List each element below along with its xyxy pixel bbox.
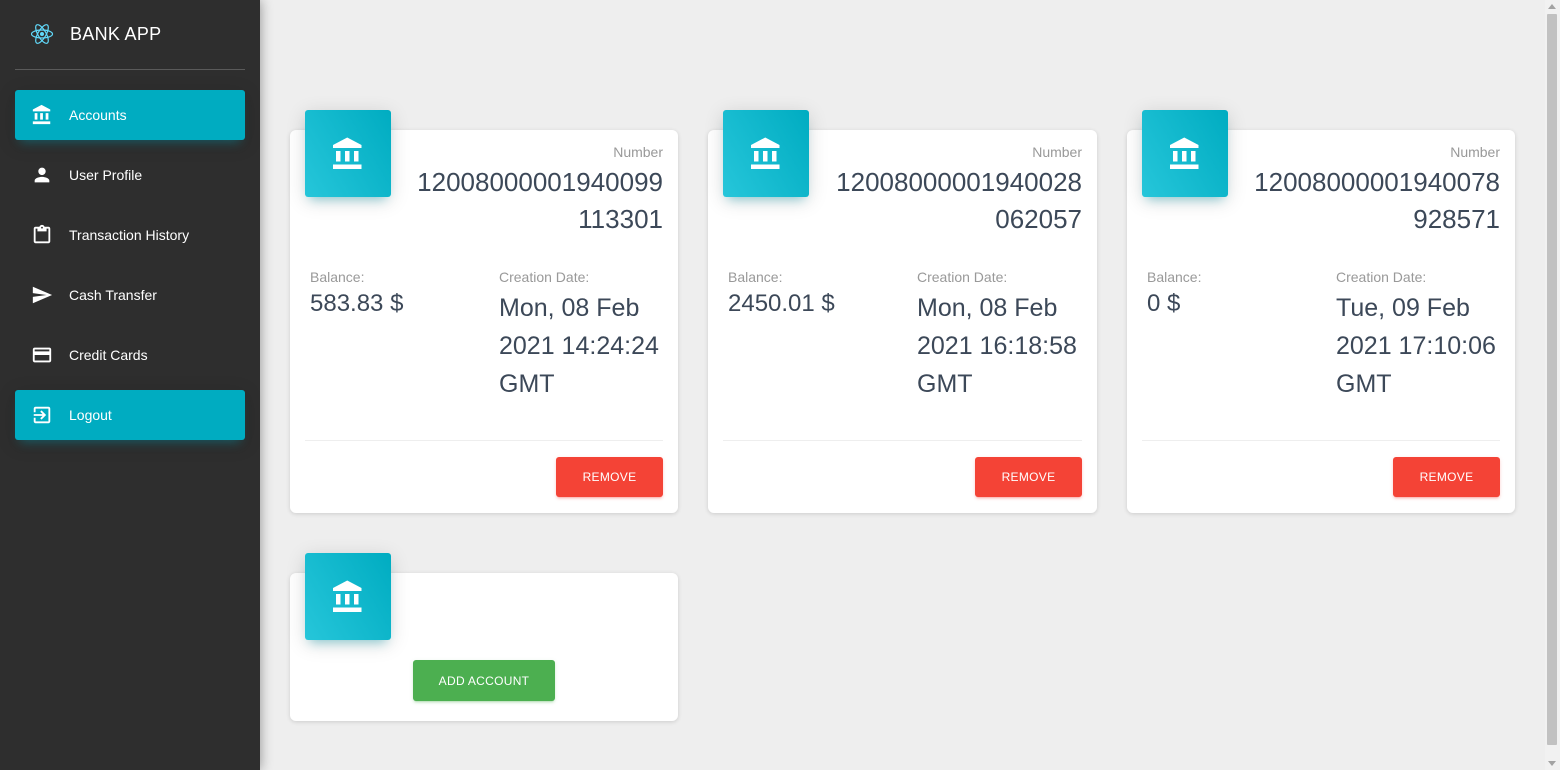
scroll-down-arrow-icon[interactable] (1548, 761, 1556, 766)
clipboard-icon (31, 224, 53, 246)
creation-date-label: Creation Date: (499, 269, 590, 285)
account-card: Number 12008000001940028062057 Balance: … (708, 110, 1097, 513)
card-divider (1142, 440, 1500, 441)
send-icon (31, 284, 53, 306)
sidebar: BANK APP Accounts User Profile Transacti… (0, 0, 260, 770)
account-number: 12008000001940028062057 (836, 167, 1082, 234)
remove-button[interactable]: REMOVE (556, 457, 663, 497)
sidebar-item-label: Logout (69, 407, 112, 423)
creation-date-value: Mon, 08 Feb 2021 16:18:58 GMT (917, 294, 1077, 398)
balance-value: 0 $ (1147, 290, 1181, 317)
account-card: Number 12008000001940078928571 Balance: … (1127, 110, 1515, 513)
balance-label: Balance: (728, 269, 783, 285)
bank-icon (723, 110, 809, 197)
balance-value: 2450.01 $ (728, 290, 835, 317)
balance-value: 583.83 $ (310, 290, 404, 317)
balance-label: Balance: (1147, 269, 1202, 285)
creation-date-label: Creation Date: (917, 269, 1008, 285)
account-number: 12008000001940078928571 (1254, 167, 1500, 234)
sidebar-item-label: Accounts (69, 107, 127, 123)
add-account-button[interactable]: ADD ACCOUNT (413, 660, 555, 701)
scroll-up-arrow-icon[interactable] (1548, 4, 1556, 9)
sidebar-item-label: Cash Transfer (69, 287, 157, 303)
sidebar-item-transaction-history[interactable]: Transaction History (15, 210, 245, 260)
brand[interactable]: BANK APP (0, 0, 260, 70)
sidebar-item-label: Transaction History (69, 227, 190, 243)
account-number-label: Number (1450, 144, 1500, 160)
bank-icon (31, 104, 53, 126)
sidebar-item-label: Credit Cards (69, 347, 148, 363)
account-card: Number 12008000001940099113301 Balance: … (290, 110, 678, 513)
scrollbar-thumb[interactable] (1547, 14, 1557, 745)
brand-title: BANK APP (70, 24, 162, 44)
sidebar-item-logout[interactable]: Logout (15, 390, 245, 440)
sidebar-item-credit-cards[interactable]: Credit Cards (15, 330, 245, 380)
account-number-label: Number (1032, 144, 1082, 160)
credit-card-icon (31, 344, 53, 366)
remove-button[interactable]: REMOVE (1393, 457, 1500, 497)
sidebar-item-user-profile[interactable]: User Profile (15, 150, 245, 200)
creation-date-value: Tue, 09 Feb 2021 17:10:06 GMT (1336, 294, 1496, 398)
creation-date-label: Creation Date: (1336, 269, 1427, 285)
remove-button[interactable]: REMOVE (975, 457, 1082, 497)
card-divider (723, 440, 1082, 441)
account-number: 12008000001940099113301 (417, 167, 663, 234)
sidebar-item-accounts[interactable]: Accounts (15, 90, 245, 140)
add-account-card: ADD ACCOUNT (290, 553, 678, 721)
bank-icon (305, 110, 391, 197)
creation-date-value: Mon, 08 Feb 2021 14:24:24 GMT (499, 294, 659, 398)
react-atom-icon (30, 24, 54, 44)
account-number-label: Number (613, 144, 663, 160)
brand-divider (15, 69, 245, 70)
sidebar-item-label: User Profile (69, 167, 143, 183)
logout-icon (31, 404, 53, 426)
bank-icon (1142, 110, 1228, 197)
card-divider (305, 440, 663, 441)
sidebar-item-cash-transfer[interactable]: Cash Transfer (15, 270, 245, 320)
person-icon (31, 164, 53, 186)
balance-label: Balance: (310, 269, 365, 285)
bank-icon (305, 553, 391, 640)
scrollbar[interactable] (1545, 0, 1560, 770)
